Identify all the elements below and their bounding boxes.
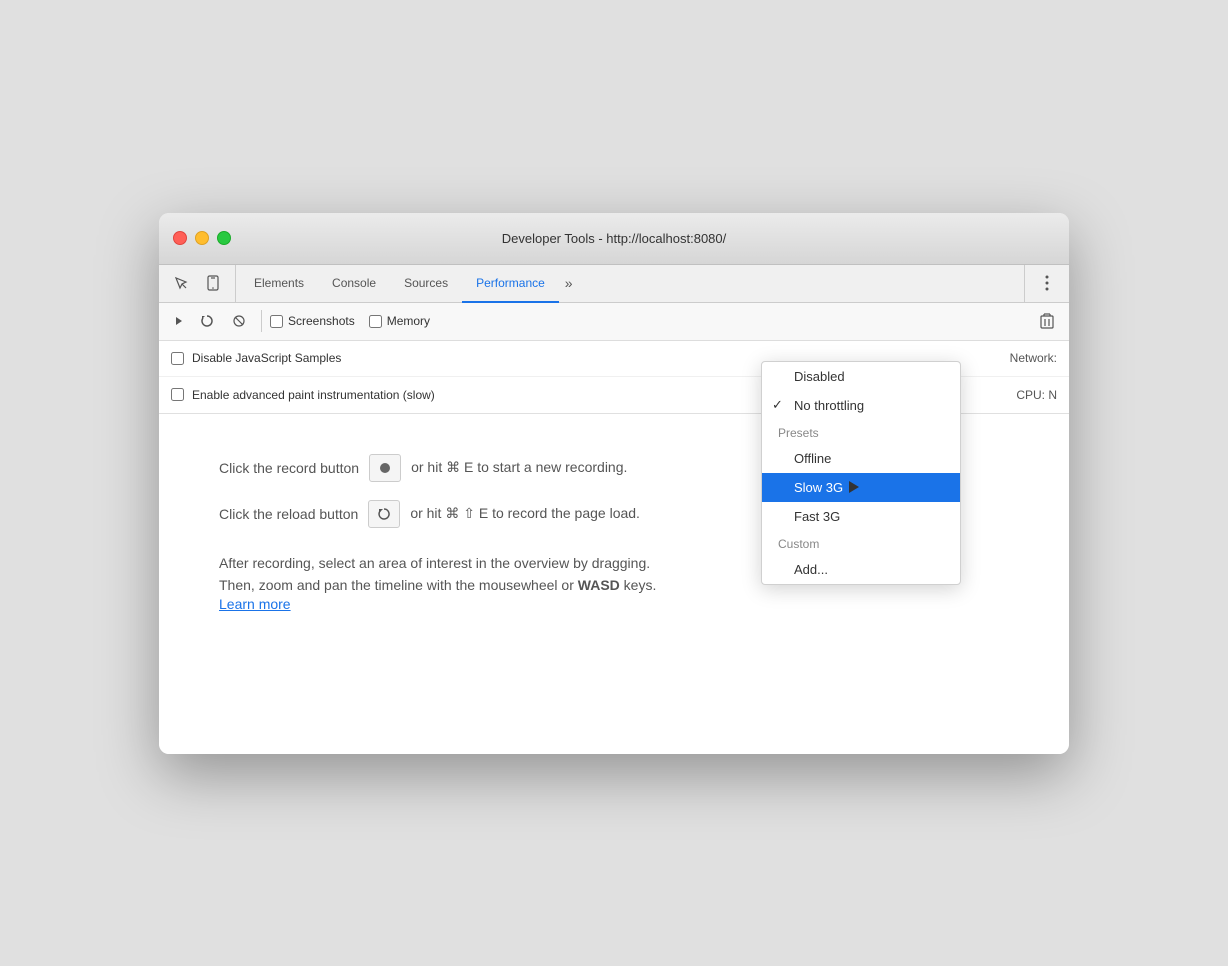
memory-checkbox-label[interactable]: Memory — [369, 314, 430, 328]
tab-bar: Elements Console Sources Performance » — [159, 265, 1069, 303]
dropdown-item-offline[interactable]: Offline — [762, 444, 960, 473]
tab-elements[interactable]: Elements — [240, 265, 318, 303]
screenshots-checkbox-label[interactable]: Screenshots — [270, 314, 355, 328]
dropdown-category-presets: Presets — [762, 420, 960, 444]
clear-button[interactable] — [1033, 307, 1061, 335]
row1-right: Network: — [1010, 351, 1057, 365]
memory-checkbox[interactable] — [369, 315, 382, 328]
dropdown-category-custom: Custom — [762, 531, 960, 555]
dropdown-item-add[interactable]: Add... — [762, 555, 960, 584]
traffic-lights — [173, 231, 231, 245]
devtools-window: Developer Tools - http://localhost:8080/ — [159, 213, 1069, 754]
maximize-button[interactable] — [217, 231, 231, 245]
cursor-icon[interactable] — [167, 269, 195, 297]
reload-icon-inline — [368, 500, 400, 528]
title-bar: Developer Tools - http://localhost:8080/ — [159, 213, 1069, 265]
row2-right: CPU: N — [1016, 388, 1057, 402]
dropdown-item-slow-3g[interactable]: Slow 3G — [762, 473, 960, 502]
window-title: Developer Tools - http://localhost:8080/ — [502, 231, 727, 246]
minimize-button[interactable] — [195, 231, 209, 245]
toolbar-icons — [167, 265, 236, 302]
separator-1 — [261, 310, 262, 332]
tab-bar-right — [1024, 265, 1061, 302]
advanced-paint-checkbox[interactable] — [171, 388, 184, 401]
learn-more-link[interactable]: Learn more — [219, 596, 291, 612]
close-button[interactable] — [173, 231, 187, 245]
checkmark-icon: ✓ — [772, 397, 783, 413]
cursor-icon — [849, 481, 859, 493]
tab-performance[interactable]: Performance — [462, 265, 559, 303]
more-tabs-button[interactable]: » — [559, 265, 579, 302]
disable-js-samples-checkbox[interactable] — [171, 352, 184, 365]
more-options-icon[interactable] — [1033, 269, 1061, 297]
mobile-icon[interactable] — [199, 269, 227, 297]
dropdown-item-no-throttling[interactable]: ✓ No throttling — [762, 391, 960, 420]
record-button[interactable] — [167, 310, 189, 332]
stop-button[interactable] — [225, 307, 253, 335]
screenshots-checkbox[interactable] — [270, 315, 283, 328]
dropdown-item-fast-3g[interactable]: Fast 3G — [762, 502, 960, 531]
performance-toolbar: Screenshots Memory — [159, 303, 1069, 341]
record-icon-inline — [369, 454, 401, 482]
network-throttling-dropdown[interactable]: Disabled ✓ No throttling Presets Offline… — [761, 361, 961, 585]
tab-console[interactable]: Console — [318, 265, 390, 303]
reload-record-button[interactable] — [193, 307, 221, 335]
dropdown-item-disabled[interactable]: Disabled — [762, 362, 960, 391]
toolbar-right — [1033, 307, 1061, 335]
tab-items: Elements Console Sources Performance » — [240, 265, 1024, 302]
tab-sources[interactable]: Sources — [390, 265, 462, 303]
